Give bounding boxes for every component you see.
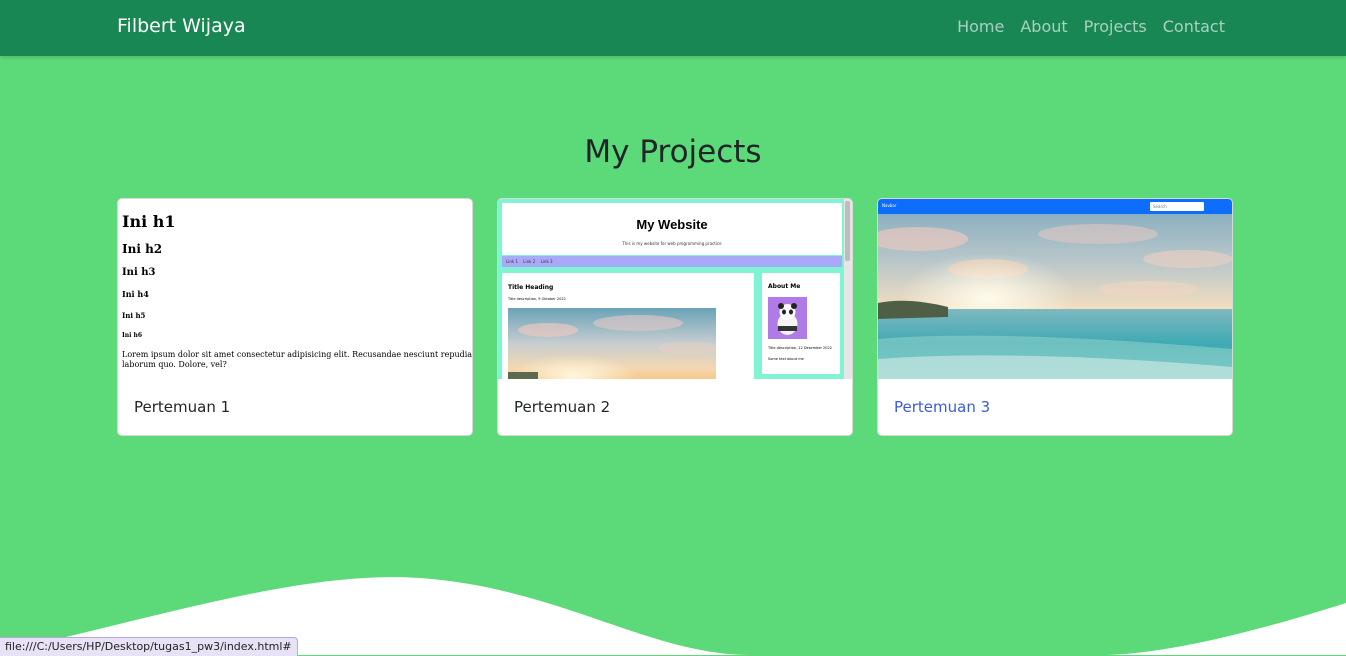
preview-site-header: My Website This is my website for web pr… [502, 203, 842, 255]
nav-link-about[interactable]: About [1020, 17, 1067, 36]
preview-sidebar: About Me Title description, 12 Desember … [762, 273, 840, 374]
nav-link-contact[interactable]: Contact [1163, 17, 1225, 36]
preview-h1: Ini h1 [122, 212, 176, 231]
preview-description: Title description, 9 Oktober 2022 [508, 297, 566, 301]
nav-link-home[interactable]: Home [957, 17, 1004, 36]
preview-nav-link: Link 2 [523, 259, 536, 264]
card-thumbnail-2[interactable]: My Website This is my website for web pr… [498, 199, 852, 379]
preview-h2: Ini h2 [122, 242, 163, 256]
preview-h4: Ini h4 [122, 289, 149, 299]
preview-paragraph-line-2: laborum quo. Dolore, vel? [122, 360, 227, 369]
card-thumbnail-1[interactable]: Ini h1 Ini h2 Ini h3 Ini h4 Ini h5 Ini h… [118, 199, 472, 379]
preview-paragraph-line-1: Lorem ipsum dolor sit amet consectetur a… [122, 350, 472, 359]
navbar: Filbert Wijaya Home About Projects Conta… [0, 0, 1346, 56]
project-card-2[interactable]: My Website This is my website for web pr… [497, 198, 853, 436]
preview-about-caption: Title description, 12 Desember 2022 [768, 346, 832, 350]
nav-links: Home About Projects Contact [957, 17, 1225, 36]
preview-h3: Ini h3 [122, 267, 156, 278]
preview-nav-link: Link 1 [506, 259, 519, 264]
preview-navbar-brand: Navbar [882, 203, 897, 208]
panda-avatar [768, 297, 807, 339]
sunset-image [508, 308, 716, 379]
nav-link-projects[interactable]: Projects [1084, 17, 1147, 36]
preview-h6: Ini h6 [122, 332, 143, 339]
preview-h5: Ini h5 [122, 311, 146, 320]
preview-search-input: Search [1150, 202, 1204, 211]
brand-link[interactable]: Filbert Wijaya [117, 15, 246, 37]
project-card-3[interactable]: Navbar Search Pertemuan 3 [877, 198, 1233, 436]
card-title-2[interactable]: Pertemuan 2 [514, 398, 610, 416]
preview-heading: Title Heading [508, 284, 554, 291]
page-title: My Projects [584, 134, 762, 170]
preview-site-subtitle: This is my website for web programming p… [622, 241, 722, 246]
preview-main-column: Title Heading Title description, 9 Oktob… [502, 273, 754, 379]
preview-about-title: About Me [768, 283, 801, 290]
preview-scrollbar [844, 199, 852, 379]
preview-nav-link: Link 3 [540, 259, 553, 264]
project-card-1[interactable]: Ini h1 Ini h2 Ini h3 Ini h4 Ini h5 Ini h… [117, 198, 473, 436]
beach-sunset-image [878, 199, 1232, 379]
preview-navbar: Link 1 Link 2 Link 3 [502, 256, 842, 267]
preview-site-title: My Website [636, 217, 708, 232]
preview-navbar-3: Navbar Search [878, 199, 1232, 214]
status-bar-url: file:///C:/Users/HP/Desktop/tugas1_pw3/i… [0, 637, 298, 656]
preview-about-text: Some text about me [768, 357, 804, 361]
card-title-1[interactable]: Pertemuan 1 [134, 398, 230, 416]
card-thumbnail-3[interactable]: Navbar Search [878, 199, 1232, 379]
card-title-3[interactable]: Pertemuan 3 [894, 398, 990, 416]
